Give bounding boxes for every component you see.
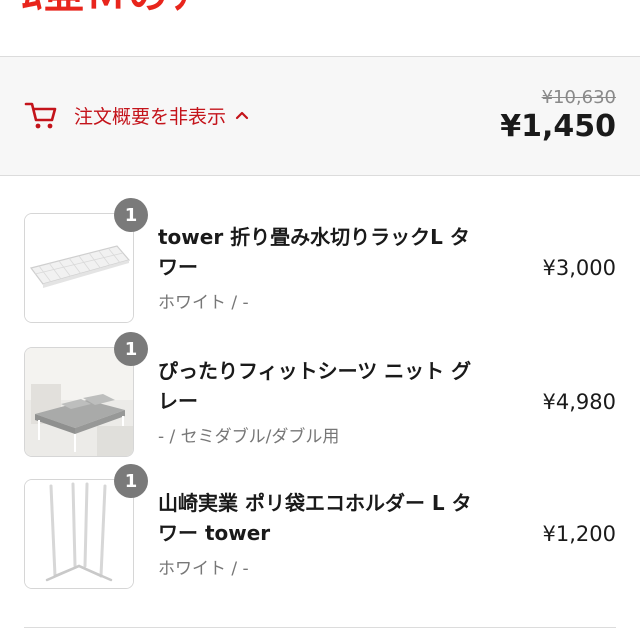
- bag-holder-image: [25, 480, 133, 588]
- toggle-summary-label: 注文概要を非表示: [74, 105, 227, 128]
- bed-sheet-image: [25, 348, 133, 456]
- quantity-badge: 1: [114, 464, 148, 498]
- svg-text:ﾑ亜Ｍのｳ: ﾑ亜Ｍのｳ: [22, 0, 192, 18]
- product-variant: - / セミダブル/ダブル用: [158, 427, 340, 447]
- chevron-up-icon: [235, 111, 249, 120]
- cart-icon: [24, 102, 57, 129]
- product-price: ¥4,980: [542, 390, 616, 414]
- product-price: ¥3,000: [542, 256, 616, 280]
- folding-rack-image: [25, 214, 133, 322]
- original-price: ¥10,630: [541, 87, 616, 108]
- price-summary: ¥10,630 ¥1,450: [500, 87, 616, 145]
- product-price: ¥1,200: [542, 522, 616, 546]
- quantity-badge: 1: [114, 332, 148, 366]
- product-image-folding-rack: [24, 213, 134, 323]
- total-price: ¥1,450: [500, 109, 616, 144]
- product-image-sheet: [24, 347, 134, 457]
- quantity-badge: 1: [114, 198, 148, 232]
- top-header: ﾑ亜Ｍのｳ: [0, 0, 640, 57]
- order-item-list: 1 tower 折り畳み水切りラックL タワー ホワイト / - ¥3,000 …: [0, 176, 640, 592]
- product-image-bag-holder: [24, 479, 134, 589]
- divider: [24, 627, 616, 628]
- product-title: 山崎実業 ポリ袋エコホルダー L タワー tower: [158, 491, 472, 545]
- order-item: 1 山崎実業 ポリ袋エコホルダー L タワー tower ホワイト / - ¥1…: [0, 452, 640, 592]
- order-item: 1 tower 折り畳み水切りラックL タワー ホワイト / - ¥3,000: [0, 176, 640, 323]
- product-variant: ホワイト / -: [158, 559, 249, 579]
- product-title: tower 折り畳み水切りラックL タワー: [158, 225, 470, 279]
- product-variant: ホワイト / -: [158, 293, 249, 313]
- toggle-order-summary-button[interactable]: 注文概要を非表示: [24, 97, 250, 133]
- order-item: 1 ぴったりフィットシーツ ニット グレー - / セミダブル/ダブル用 ¥4,…: [0, 318, 640, 457]
- store-logo[interactable]: ﾑ亜Ｍのｳ: [22, 0, 282, 28]
- logo-graphic: ﾑ亜Ｍのｳ: [22, 0, 192, 18]
- product-title: ぴったりフィットシーツ ニット グレー: [158, 359, 472, 413]
- order-summary-bar: 注文概要を非表示 ¥10,630 ¥1,450: [0, 57, 640, 176]
